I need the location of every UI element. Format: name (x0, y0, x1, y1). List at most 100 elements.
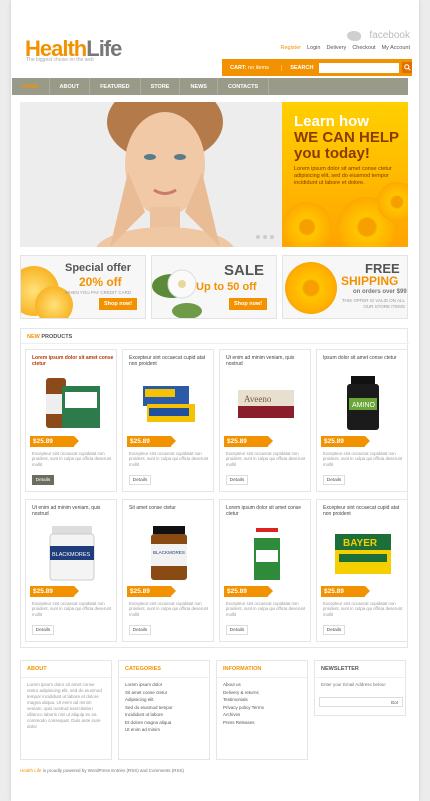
newsletter-go-button[interactable]: Go! (391, 700, 398, 705)
banner2-offer: Up to 50 off (196, 281, 257, 293)
cart-label: CART: (230, 64, 247, 71)
banner3-offer: SHIPPING (341, 274, 399, 288)
register-link[interactable]: Register (280, 45, 300, 51)
footer-categories: CATEGORIES Lorem ipsum dolor Sit amet co… (118, 660, 210, 760)
footer-information: INFORMATION About us Delivery & returns … (216, 660, 308, 760)
category-link[interactable]: Adipisicing elit (119, 696, 209, 704)
info-link[interactable]: About us (217, 681, 307, 689)
product-jar-image: AMINO (347, 376, 379, 430)
details-button[interactable]: Details (129, 475, 151, 485)
details-button[interactable]: Details (32, 475, 54, 485)
facebook-link[interactable]: facebook (369, 30, 410, 41)
product-price: $25.89 (224, 586, 273, 597)
product-card[interactable]: Lorem ipsum dolor sit amet conse ctetur … (25, 349, 117, 492)
product-card[interactable]: Ut enim ad minim veniam, quis nostrud BL… (25, 499, 117, 642)
newsletter-email-input[interactable]: Go! (319, 697, 403, 707)
copyright-text: is proudly powered by WordPress Entries … (41, 768, 184, 773)
banner2-shop-button[interactable]: Shop now! (229, 298, 268, 310)
delivery-link[interactable]: Delivery (326, 45, 346, 51)
details-button[interactable]: Details (323, 625, 345, 635)
category-link[interactable]: Sit amet conse ctetur (119, 689, 209, 697)
product-desc: Excepteur sint occaecat cupidatat non pr… (129, 451, 209, 467)
footer-newsletter: NEWSLETTER Enter your Email Address belo… (314, 660, 406, 716)
copyright-brand[interactable]: Health Life (20, 768, 42, 773)
product-name[interactable]: Excepteur sint occaecat cupid atat non p… (129, 355, 213, 367)
product-bottle-image (46, 378, 100, 428)
social-links: facebook (347, 30, 410, 41)
product-desc: Excepteur sint occaecat cupidatat non pr… (323, 601, 403, 617)
info-link[interactable]: Archives (217, 711, 307, 719)
nav-news[interactable]: NEWS (180, 78, 218, 95)
product-desc: Excepteur sint occaecat cupidatat non pr… (226, 601, 306, 617)
details-button[interactable]: Details (323, 475, 345, 485)
nav-home[interactable]: HOME (12, 78, 50, 95)
hero-face-image (96, 102, 234, 247)
details-button[interactable]: Details (226, 475, 248, 485)
product-desc: Excepteur sint occaecat cupidatat non pr… (129, 601, 209, 617)
product-price: $25.89 (127, 436, 176, 447)
search-input[interactable] (319, 62, 400, 73)
product-name[interactable]: Sit amet conse ctetur (129, 505, 213, 511)
info-link[interactable]: Delivery & returns (217, 689, 307, 697)
search-label: SEARCH (290, 64, 314, 71)
details-button[interactable]: Details (32, 625, 54, 635)
nav-featured[interactable]: FEATURED (90, 78, 141, 95)
product-box-image: Aveeno (238, 390, 294, 418)
cart-summary[interactable]: CART: no items (230, 64, 283, 71)
category-link[interactable]: Ut enim ad minim (119, 726, 209, 734)
hero-slider[interactable]: Learn how WE CAN HELP you today! Lorem ips… (20, 102, 408, 247)
product-name[interactable]: Ut enim ad minim veniam, quis nostrud (226, 355, 310, 367)
details-button[interactable]: Details (226, 625, 248, 635)
twitter-bird-icon[interactable] (347, 30, 362, 41)
banner-free-shipping[interactable]: FREE SHIPPING on orders over $99 THIS OF… (282, 255, 408, 319)
checkout-link[interactable]: Checkout (352, 45, 375, 51)
info-link[interactable]: Press Releases (217, 719, 307, 727)
banner1-sub: WHEN YOU PAY CREDIT CARD (65, 290, 132, 295)
product-price: $25.89 (224, 436, 273, 447)
nav-about[interactable]: ABOUT (50, 78, 91, 95)
nav-contacts[interactable]: CONTACTS (218, 78, 270, 95)
product-card[interactable]: Ipsum dolor sit amet conse ctetur AMINO … (316, 349, 408, 492)
my-account-link[interactable]: My Account (382, 45, 410, 51)
category-link[interactable]: Incididunt ut labore (119, 711, 209, 719)
banner-special-offer[interactable]: Special offer 20% off WHEN YOU PAY CREDI… (20, 255, 146, 319)
product-card[interactable]: Sit amet conse ctetur BLACKMORES $25.89 … (122, 499, 214, 642)
search-button[interactable] (402, 62, 412, 73)
details-button[interactable]: Details (129, 625, 151, 635)
product-card[interactable]: Excepteur sint occaecat cupid atat non p… (316, 499, 408, 642)
product-price: $25.89 (321, 586, 370, 597)
product-card[interactable]: Ut enim ad minim veniam, quis nostrud Av… (219, 349, 311, 492)
category-link[interactable]: Et dolore magna aliqua (119, 719, 209, 727)
footer-about-heading: ABOUT (21, 661, 111, 678)
slider-dot[interactable] (263, 235, 267, 239)
product-desc: Excepteur sint occaecat cupidatat non pr… (32, 451, 112, 467)
product-desc: Excepteur sint occaecat cupidatat non pr… (323, 451, 403, 467)
product-name[interactable]: Ut enim ad minim veniam, quis nostrud (32, 505, 116, 517)
hero-text: Lorem ipsum dolor sit amet conse ctetur … (294, 166, 392, 186)
info-link[interactable]: Privacy policy Terms (217, 704, 307, 712)
slider-dot[interactable] (270, 235, 274, 239)
banner1-shop-button[interactable]: Shop now! (99, 298, 138, 310)
product-name[interactable]: Lorem ipsum dolor sit amet conse ctetur (32, 355, 116, 367)
copyright: Health Life is proudly powered by WordPr… (20, 768, 184, 773)
banner2-title: SALE (224, 262, 265, 279)
slider-dots (256, 235, 274, 239)
nav-store[interactable]: STORE (141, 78, 181, 95)
hero-message: Learn how WE CAN HELP you today! Lorem ips… (282, 102, 408, 247)
category-link[interactable]: Lorem ipsum dolor (119, 681, 209, 689)
new-products-panel: NEW PRODUCTS Lorem ipsum dolor sit amet … (20, 328, 409, 648)
product-card[interactable]: Lorem ipsum dolor sit amet conse ctetur … (219, 499, 311, 642)
product-name[interactable]: Ipsum dolor sit amet conse ctetur (323, 355, 407, 361)
newsletter-label: Enter your Email Address below: (321, 682, 387, 687)
svg-text:Aveeno: Aveeno (244, 394, 272, 404)
slider-dot[interactable] (256, 235, 260, 239)
info-link[interactable]: Testimonials (217, 696, 307, 704)
product-card[interactable]: Excepteur sint occaecat cupid atat non p… (122, 349, 214, 492)
login-link[interactable]: Login (307, 45, 320, 51)
svg-text:BLACKMORES: BLACKMORES (52, 552, 91, 558)
svg-text:AMINO: AMINO (352, 402, 376, 409)
banner-sale[interactable]: SALE Up to 50 off Shop now! (151, 255, 277, 319)
category-link[interactable]: Sed do eiusmod tempor (119, 704, 209, 712)
product-name[interactable]: Excepteur sint occaecat cupid atat non p… (323, 505, 407, 517)
product-name[interactable]: Lorem ipsum dolor sit amet conse ctetur (226, 505, 310, 517)
